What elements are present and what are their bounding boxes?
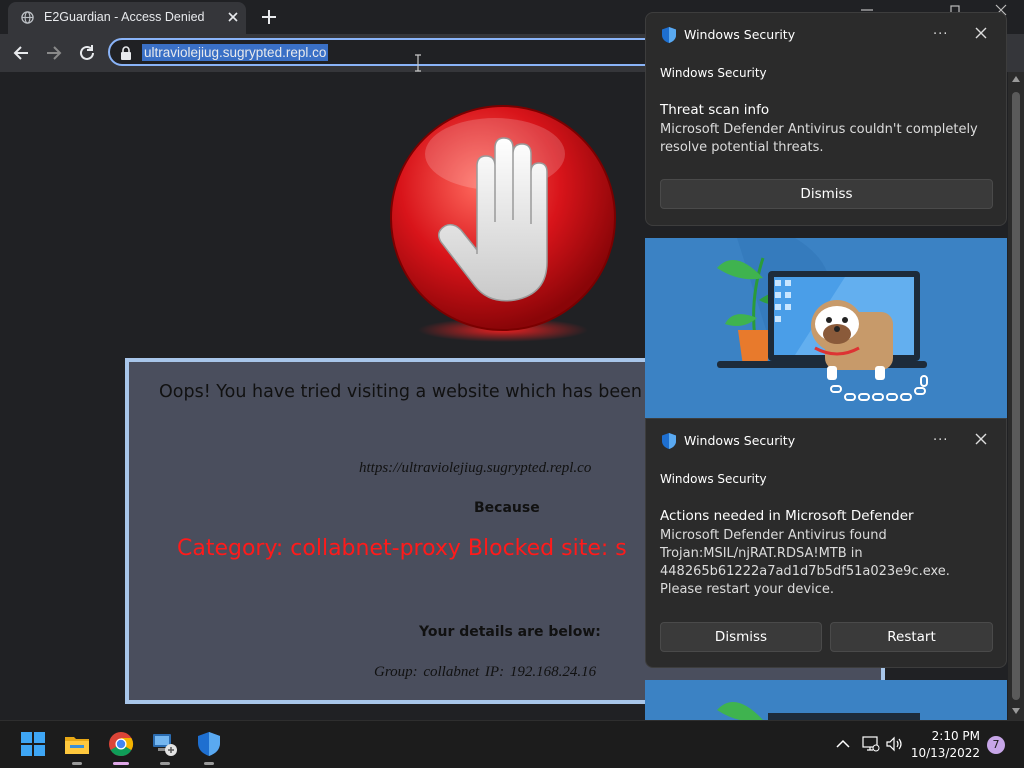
security-illustration-icon (717, 702, 920, 720)
dismiss-button[interactable]: Dismiss (660, 622, 822, 652)
notification-app-name: Windows Security (684, 433, 796, 448)
notification-heading: Actions needed in Microsoft Defender (660, 508, 914, 524)
chevron-up-icon[interactable] (834, 736, 852, 752)
notification-heading: Threat scan info (660, 102, 770, 118)
more-options-icon[interactable]: ··· (933, 433, 948, 448)
windows-security-indicator (204, 762, 214, 765)
scroll-up-icon[interactable] (1012, 76, 1020, 82)
windows-security-shield-icon (662, 433, 676, 449)
file-explorer-indicator (72, 762, 82, 765)
restart-button[interactable]: Restart (830, 622, 993, 652)
notification-hero-image-partial (645, 680, 1007, 720)
file-explorer-icon[interactable] (64, 731, 90, 757)
notification-defender-actions[interactable]: Windows Security ··· Windows Security Ac… (645, 418, 1007, 668)
details-heading: Your details are below: (419, 624, 601, 640)
tab-title: E2Guardian - Access Denied (44, 10, 205, 24)
page-scrollbar[interactable] (1008, 72, 1024, 720)
scroll-down-icon[interactable] (1012, 708, 1020, 714)
remote-desktop-icon[interactable] (152, 731, 178, 757)
blocked-url: https://ultraviolejiug.sugrypted.repl.co (359, 460, 592, 476)
windows-security-icon[interactable] (196, 731, 222, 757)
close-icon[interactable] (975, 27, 987, 39)
browser-tab-active[interactable]: E2Guardian - Access Denied (8, 2, 246, 34)
notification-body: Microsoft Defender Antivirus couldn't co… (660, 122, 978, 155)
block-message: Oops! You have tried visiting a website … (159, 382, 642, 402)
notification-app-name: Windows Security (684, 27, 796, 42)
notification-attribution: Windows Security (660, 66, 767, 80)
security-illustration-icon (717, 238, 928, 401)
stop-hand-icon (390, 105, 616, 342)
chrome-indicator (113, 762, 129, 765)
more-options-icon[interactable]: ··· (933, 27, 948, 42)
close-icon[interactable] (975, 433, 987, 445)
clock-time[interactable]: 2:10 PM (920, 729, 980, 743)
notification-attribution: Windows Security (660, 472, 767, 486)
back-arrow-icon[interactable] (10, 42, 32, 64)
reload-icon[interactable] (76, 42, 98, 64)
notification-count-badge[interactable]: 7 (987, 736, 1005, 754)
notification-hero-image (645, 238, 1007, 418)
url-text[interactable]: ultraviolejiug.sugrypted.repl.co (142, 44, 329, 61)
scrollbar-thumb[interactable] (1012, 92, 1020, 700)
globe-icon (21, 11, 34, 24)
address-bar[interactable]: ultraviolejiug.sugrypted.repl.co (108, 38, 668, 66)
dismiss-button[interactable]: Dismiss (660, 179, 993, 209)
user-details: Group: collabnet IP: 192.168.24.16 (374, 664, 597, 680)
notification-body: Microsoft Defender Antivirus found Troja… (660, 528, 950, 597)
block-category: Category: collabnet-proxy Blocked site: … (177, 536, 627, 561)
close-tab-icon[interactable] (225, 9, 241, 25)
volume-icon[interactable] (886, 736, 904, 752)
lock-icon[interactable] (120, 46, 132, 60)
chrome-icon[interactable] (108, 731, 134, 757)
text-cursor-icon (415, 54, 421, 72)
remote-desktop-indicator (160, 762, 170, 765)
network-icon[interactable] (862, 736, 880, 752)
start-icon[interactable] (20, 731, 46, 757)
notification-threat-scan[interactable]: Windows Security ··· Windows Security Th… (645, 12, 1007, 226)
forward-arrow-icon[interactable] (43, 42, 65, 64)
new-tab-icon[interactable] (258, 6, 280, 28)
clock-date[interactable]: 10/13/2022 (908, 746, 980, 760)
windows-security-shield-icon (662, 27, 676, 43)
because-label: Because (474, 500, 540, 516)
taskbar: 2:10 PM 10/13/2022 7 (0, 720, 1024, 768)
